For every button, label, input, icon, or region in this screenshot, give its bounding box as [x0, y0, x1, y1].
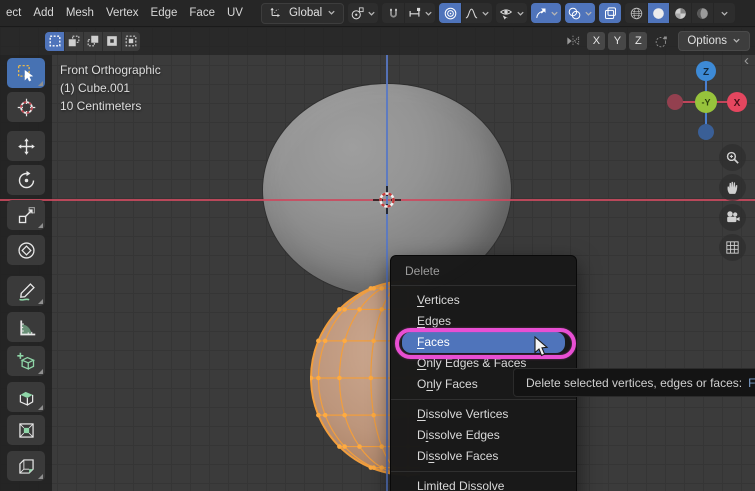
- toolbar: [7, 58, 45, 481]
- divider: [391, 471, 576, 472]
- menu-item-vertices[interactable]: Vertices: [391, 290, 576, 311]
- navigation-gizmo[interactable]: Z X -Y: [664, 58, 748, 146]
- mirror-icon[interactable]: [565, 33, 581, 49]
- zoom-button[interactable]: [719, 144, 746, 171]
- menu-item-dissolve-faces[interactable]: Dissolve Faces: [391, 446, 576, 467]
- menu-face[interactable]: Face: [183, 0, 221, 26]
- viewport-overlay-text: Front Orthographic (1) Cube.001 10 Centi…: [60, 61, 161, 115]
- show-gizmo-icon[interactable]: [531, 3, 562, 23]
- snap-settings-icon[interactable]: [404, 3, 436, 23]
- header-menus: ect Add Mesh Vertex Edge Face UV: [0, 0, 249, 26]
- tool-settings-bar: X Y Z Options: [0, 27, 755, 55]
- proportional-editing-icon[interactable]: [439, 3, 462, 23]
- menu-item-dissolve-edges[interactable]: Dissolve Edges: [391, 425, 576, 446]
- falloff-icon[interactable]: [461, 3, 493, 23]
- mirror-x-button[interactable]: X: [587, 32, 606, 50]
- chevron-down-icon: [732, 32, 741, 50]
- select-mode-subtract[interactable]: [83, 31, 102, 51]
- options-dropdown[interactable]: Options: [678, 31, 750, 51]
- mouse-cursor-icon: [534, 336, 549, 357]
- pivot-point-icon[interactable]: [348, 3, 379, 23]
- select-mode-group: [45, 31, 140, 51]
- grid-ortho-button[interactable]: [719, 234, 746, 261]
- camera-view-button[interactable]: [719, 204, 746, 231]
- tool-select-box[interactable]: [7, 58, 45, 88]
- tool-annotate[interactable]: [7, 276, 45, 306]
- visibility-icon[interactable]: [496, 3, 528, 23]
- shading-rendered-icon[interactable]: [691, 3, 714, 23]
- show-overlays-icon[interactable]: [565, 3, 596, 23]
- mirror-y-button[interactable]: Y: [608, 32, 627, 50]
- delete-menu-title: Delete: [405, 264, 440, 278]
- gizmo-minus-x[interactable]: [667, 94, 683, 110]
- tool-bevel[interactable]: [7, 451, 45, 481]
- divider: [391, 285, 576, 286]
- select-mode-intersect[interactable]: [121, 31, 140, 51]
- visibility-group: [496, 3, 528, 23]
- menu-edge[interactable]: Edge: [145, 0, 184, 26]
- gizmo-y-label: -Y: [702, 98, 711, 108]
- menu-vertex[interactable]: Vertex: [100, 0, 145, 26]
- mirror-z-button[interactable]: Z: [629, 32, 648, 50]
- gizmo-z-label: Z: [703, 67, 709, 78]
- tool-rotate[interactable]: [7, 165, 45, 195]
- menu-item-limited-dissolve[interactable]: Limited Dissolve: [391, 476, 576, 491]
- snapping-group: [382, 3, 436, 23]
- active-object: (1) Cube.001: [60, 81, 131, 95]
- subtool-indicator: [38, 369, 43, 374]
- pan-button[interactable]: [719, 174, 746, 201]
- subtool-indicator: [38, 405, 43, 410]
- subtool-indicator: [38, 474, 43, 479]
- transform-orientation-dropdown[interactable]: Global: [260, 2, 345, 24]
- toggle-xray-icon[interactable]: [599, 3, 622, 23]
- gizmos-group: [531, 3, 562, 23]
- tool-measure[interactable]: [7, 312, 45, 342]
- shading-material-icon[interactable]: [669, 3, 692, 23]
- xray-group: [599, 3, 622, 23]
- blender-window: Front Orthographic (1) Cube.001 10 Centi…: [0, 0, 755, 491]
- snap-magnet-icon[interactable]: [382, 3, 405, 23]
- tool-cursor[interactable]: [7, 92, 45, 122]
- menu-uv[interactable]: UV: [221, 0, 249, 26]
- tool-move[interactable]: [7, 131, 45, 161]
- orientation-axes-icon: [269, 3, 284, 23]
- menu-item-dissolve-vertices[interactable]: Dissolve Vertices: [391, 404, 576, 425]
- tooltip-text: Delete selected vertices, edges or faces…: [526, 375, 743, 390]
- shading-wireframe-icon[interactable]: [625, 3, 648, 23]
- z-axis-line: [386, 55, 388, 491]
- tool-inset-faces[interactable]: [7, 415, 45, 445]
- orientation-label: Global: [288, 7, 323, 19]
- subtool-indicator: [38, 299, 43, 304]
- select-mode-extend[interactable]: [64, 31, 83, 51]
- select-mode-invert[interactable]: [102, 31, 121, 51]
- subtool-indicator: [38, 223, 43, 228]
- gizmo-minus-z[interactable]: [698, 124, 714, 140]
- tool-transform[interactable]: [7, 235, 45, 265]
- proportional-projected-icon[interactable]: [654, 34, 669, 49]
- shading-solid-icon[interactable]: [647, 3, 670, 23]
- shading-group: [625, 3, 736, 23]
- tool-add-cube[interactable]: [7, 346, 45, 376]
- select-mode-new[interactable]: [45, 31, 64, 51]
- divider: [391, 399, 576, 400]
- scene-scale: 10 Centimeters: [60, 99, 142, 113]
- viewport-header: ect Add Mesh Vertex Edge Face UV Global: [0, 0, 755, 27]
- shading-dropdown-icon[interactable]: [713, 3, 736, 23]
- subtool-indicator: [38, 81, 43, 86]
- proportional-group: [439, 3, 493, 23]
- tool-scale[interactable]: [7, 200, 45, 230]
- view-name: Front Orthographic: [60, 63, 161, 77]
- options-label: Options: [687, 35, 727, 47]
- tool-extrude-region[interactable]: [7, 382, 45, 412]
- chevron-down-icon: [327, 4, 336, 22]
- tooltip: Delete selected vertices, edges or faces…: [513, 368, 755, 397]
- menu-mesh[interactable]: Mesh: [60, 0, 100, 26]
- menu-ect[interactable]: ect: [0, 0, 27, 26]
- pivot-point-group: [348, 3, 379, 23]
- overlays-group: [565, 3, 596, 23]
- tooltip-value: Face: [748, 375, 755, 390]
- 3d-cursor-icon: [373, 186, 401, 214]
- menu-add[interactable]: Add: [27, 0, 59, 26]
- gizmo-x-label: X: [734, 98, 741, 109]
